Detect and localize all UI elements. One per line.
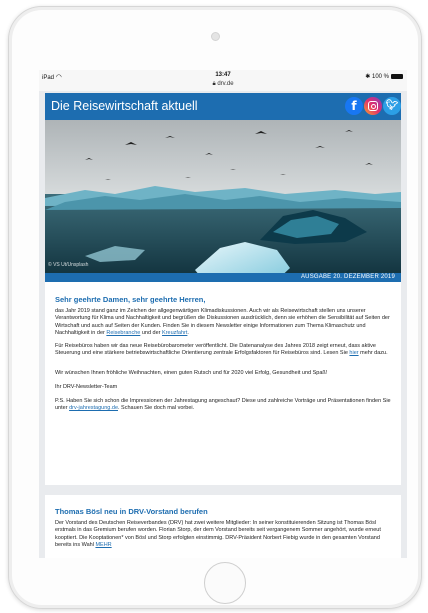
- link-kreuzfahrt[interactable]: Kreuzfahrt: [162, 330, 187, 336]
- article-more-link[interactable]: MEHR: [95, 542, 111, 548]
- letter-section: Sehr geehrte Damen, sehr geehrte Herren,…: [45, 282, 401, 485]
- home-button[interactable]: [204, 562, 246, 604]
- letter-paragraph-3: Wir wünschen Ihnen fröhliche Weihnachten…: [55, 370, 328, 376]
- ipad-frame: iPad ◠ 13:47 🔒︎ drv.de ✱ 100 % Die Reise…: [8, 6, 422, 609]
- letter-postscript: P.S. Haben Sie sich schon die Impression…: [55, 398, 391, 412]
- issue-date-bar: AUSGABE 20. DEZEMBER 2019: [45, 273, 401, 282]
- letter-paragraph-1: das Jahr 2019 stand ganz im Zeichen der …: [55, 308, 390, 337]
- link-jahrestagung[interactable]: drv-jahrestagung.de: [69, 405, 118, 411]
- article-section: Thomas Bösl neu in DRV-Vorstand berufen …: [45, 495, 401, 558]
- section-divider: [45, 485, 401, 495]
- battery-percent: 100 %: [371, 74, 389, 80]
- address-bar[interactable]: 🔒︎ drv.de: [39, 81, 407, 88]
- status-bar: iPad ◠ 13:47 🔒︎ drv.de ✱ 100 %: [39, 70, 407, 91]
- battery-icon: [391, 73, 403, 79]
- newsletter-title: Die Reisewirtschaft aktuell: [51, 99, 198, 113]
- instagram-icon[interactable]: [364, 97, 382, 115]
- letter-paragraph-2: Für Reisebüros haben wir das neue Reiseb…: [55, 343, 388, 357]
- url-text: drv.de: [217, 81, 234, 87]
- screen: iPad ◠ 13:47 🔒︎ drv.de ✱ 100 % Die Reise…: [39, 70, 407, 558]
- issue-date: AUSGABE 20. DEZEMBER 2019: [300, 274, 395, 280]
- camera: [211, 32, 220, 41]
- twitter-icon[interactable]: 🐦︎: [383, 97, 401, 115]
- link-hier[interactable]: hier: [349, 350, 358, 356]
- greeting-heading: Sehr geehrte Damen, sehr geehrte Herren,: [55, 295, 206, 304]
- facebook-icon[interactable]: f: [345, 97, 363, 115]
- photo-credit: © VS Ut/Unsplash: [48, 262, 89, 268]
- status-time: 13:47: [215, 72, 231, 78]
- iceberg-photo: [45, 120, 401, 282]
- status-right: ✱ 100 %: [365, 73, 403, 80]
- letter-signature: Ihr DRV-Newsletter-Team: [55, 384, 118, 390]
- link-reisebranche[interactable]: Reisebranche: [106, 330, 140, 336]
- hero-image: © VS Ut/Unsplash: [45, 120, 401, 282]
- article-text: Der Vorstand des Deutschen Reiseverbande…: [55, 520, 381, 549]
- newsletter-header: Die Reisewirtschaft aktuell f 🐦︎: [45, 93, 401, 120]
- article-title[interactable]: Thomas Bösl neu in DRV-Vorstand berufen: [55, 507, 208, 516]
- bluetooth-icon: ✱: [365, 74, 371, 80]
